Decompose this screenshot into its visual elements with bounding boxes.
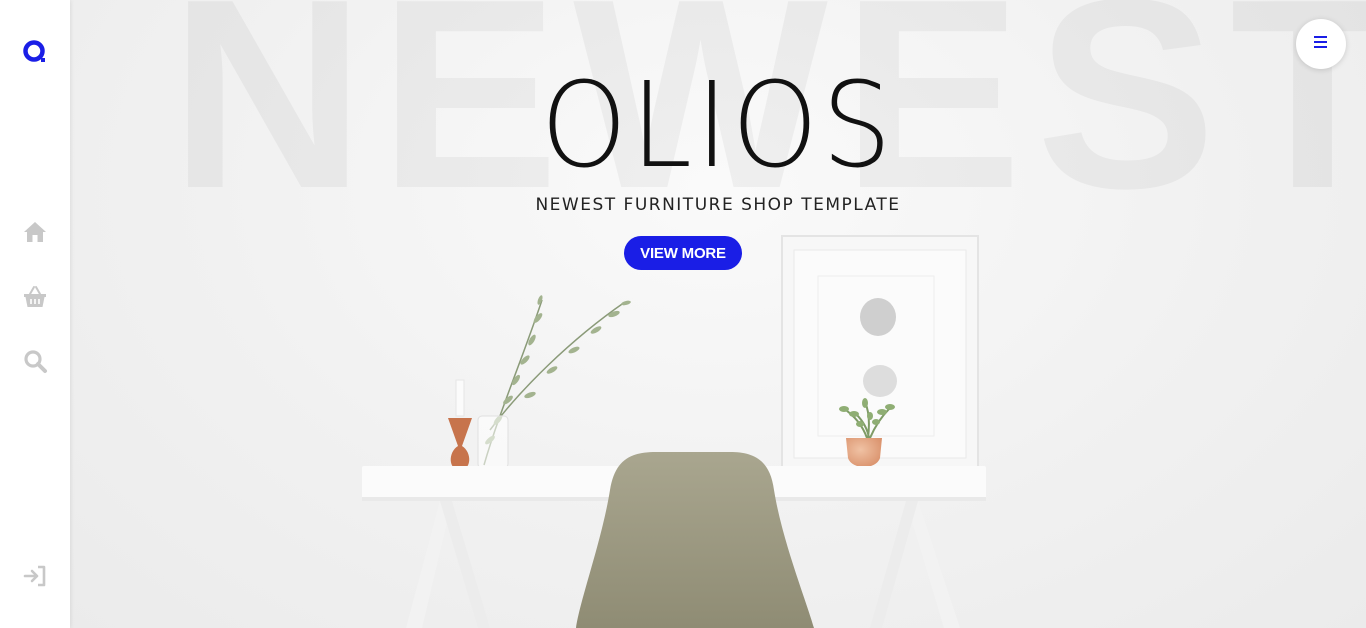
page-title: OLIOS [540,56,896,194]
hamburger-icon [1313,35,1329,54]
view-more-button[interactable]: VIEW MORE [624,236,742,270]
menu-button[interactable] [1296,19,1346,69]
sidebar [0,0,70,628]
search-icon[interactable] [22,348,48,374]
sign-in-icon[interactable] [22,563,48,589]
basket-icon[interactable] [22,284,48,310]
ring-logo-icon[interactable] [22,39,48,65]
page-subtitle: NEWEST FURNITURE SHOP TEMPLATE [535,195,901,215]
home-icon[interactable] [22,219,48,245]
hero-banner: NEWEST OLIOS NEWEST FURNITURE SHOP TEMPL… [70,0,1366,628]
